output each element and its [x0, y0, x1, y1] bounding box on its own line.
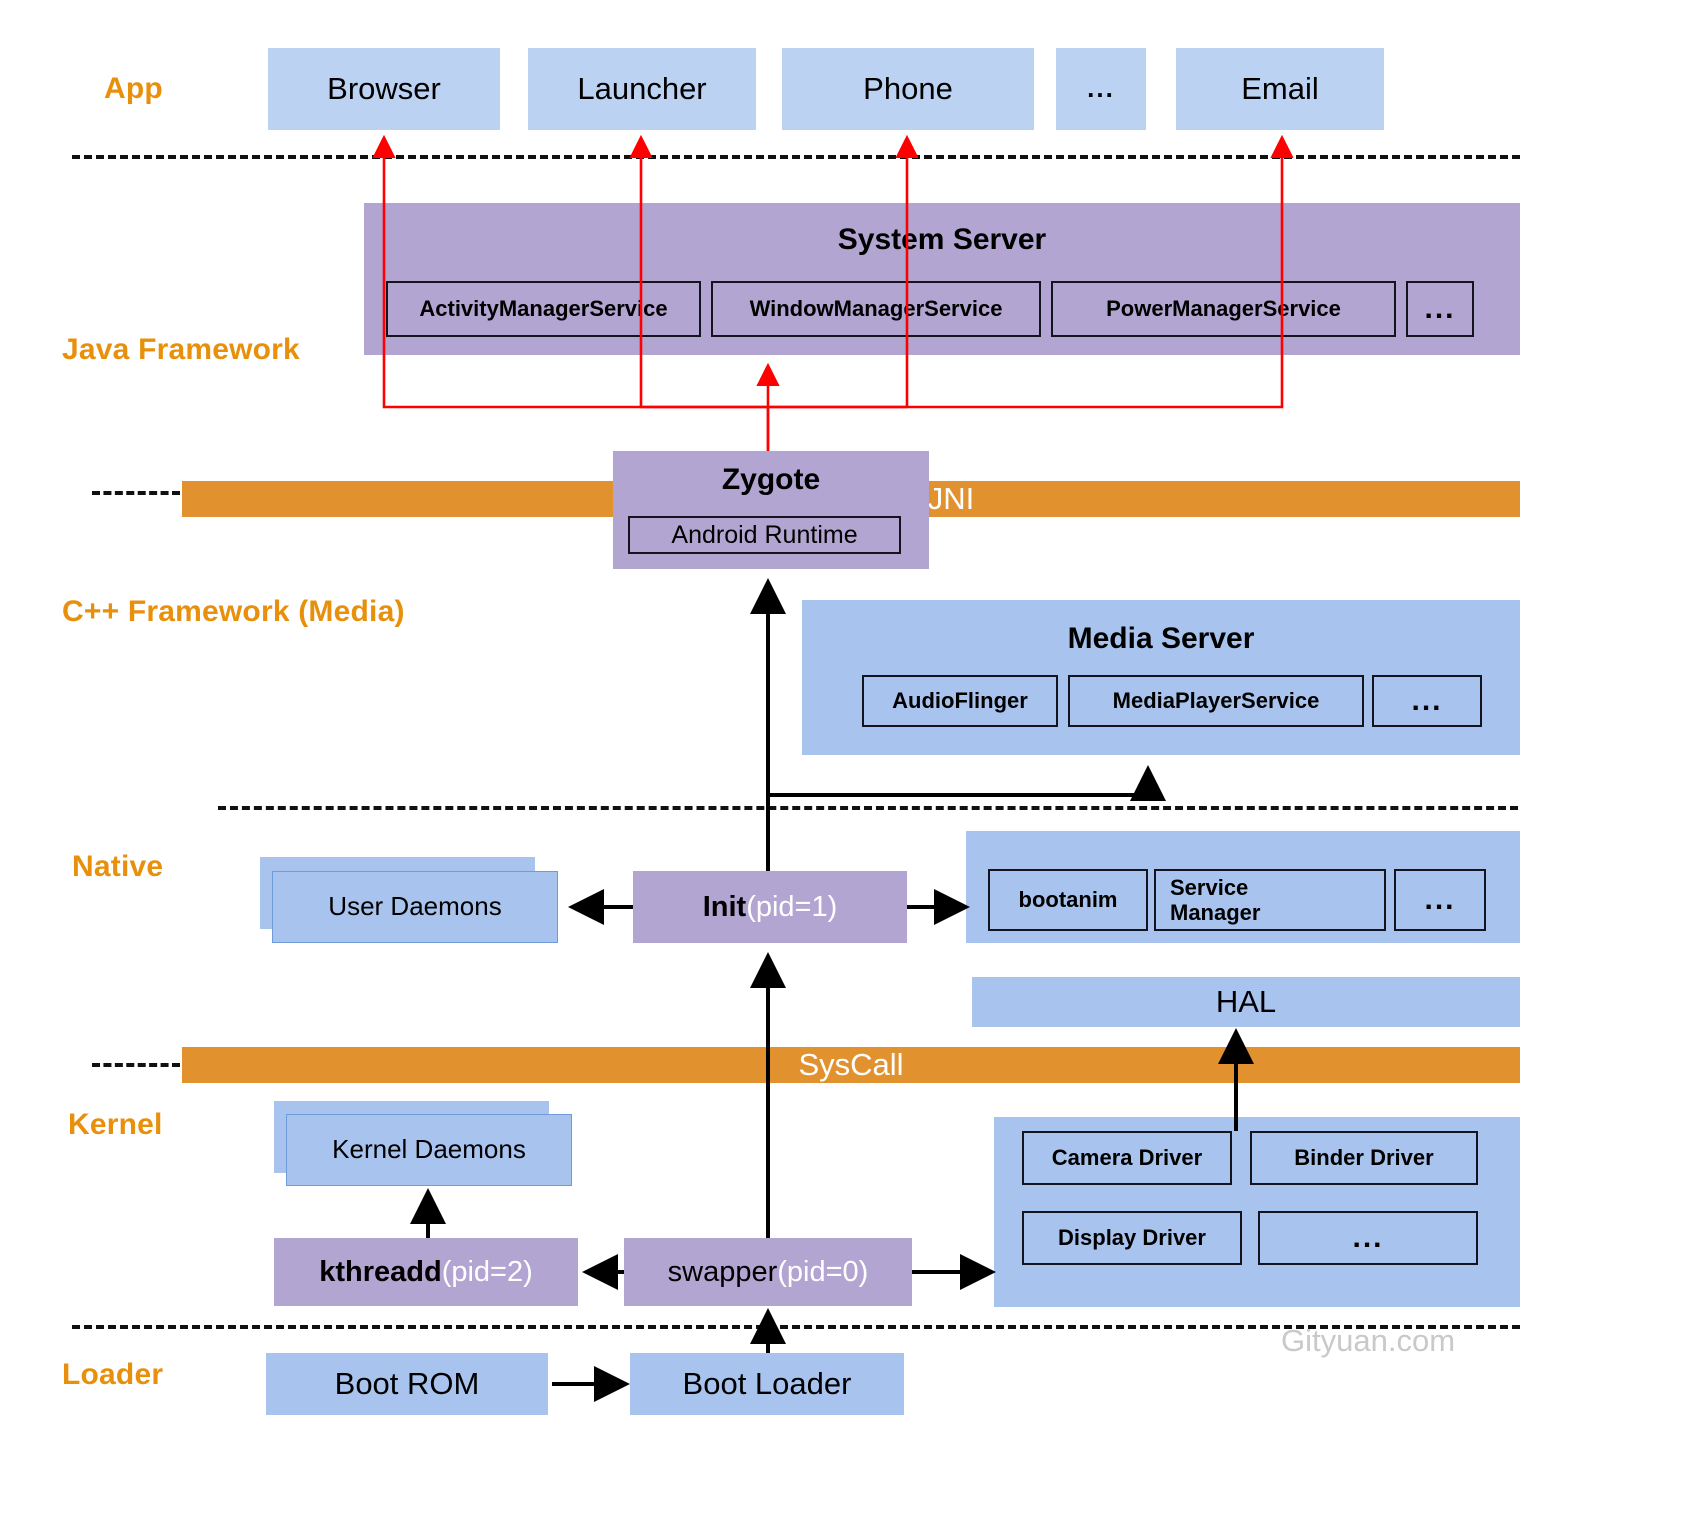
- arrow-init-to-mediaserver: [768, 765, 1166, 801]
- layer-label-native: Native: [72, 850, 164, 883]
- service-label: ActivityManagerService: [419, 296, 668, 322]
- divider-jni-left-stub: [92, 491, 180, 495]
- driver-label: Display Driver: [1058, 1225, 1206, 1251]
- kernel-daemons-label: Kernel Daemons: [332, 1134, 526, 1165]
- driver-label: ...: [1352, 1220, 1384, 1254]
- app-box-browser[interactable]: Browser: [268, 48, 500, 130]
- service-label: MediaPlayerService: [1112, 688, 1320, 714]
- init-name: Init: [702, 890, 747, 923]
- service-label: ...: [1424, 291, 1456, 325]
- boot-rom-box[interactable]: Boot ROM: [266, 1353, 548, 1415]
- watermark: Gityuan.com: [1281, 1323, 1456, 1358]
- service-label: AudioFlinger: [892, 688, 1028, 714]
- jni-bar-label: JNI: [927, 481, 975, 516]
- media-service-audioflinger[interactable]: AudioFlinger: [862, 675, 1058, 727]
- kthreadd-label: kthreadd(pid=2): [319, 1256, 533, 1288]
- driver-binder[interactable]: Binder Driver: [1250, 1131, 1478, 1185]
- layer-label-cpp-framework: C++ Framework (Media): [62, 595, 405, 628]
- hal-box[interactable]: HAL: [972, 977, 1520, 1027]
- service-label: ...: [1424, 882, 1456, 916]
- swapper-pid: (pid=0): [777, 1255, 869, 1288]
- app-label-phone: Phone: [863, 70, 953, 106]
- swapper-name: swapper: [667, 1255, 778, 1288]
- service-window-manager[interactable]: WindowManagerService: [711, 281, 1041, 337]
- service-more[interactable]: ...: [1406, 281, 1474, 337]
- syscall-bar-label: SysCall: [798, 1047, 904, 1082]
- boot-loader-label: Boot Loader: [682, 1365, 852, 1401]
- driver-label: Binder Driver: [1294, 1145, 1434, 1171]
- app-label-more: ...: [1087, 73, 1115, 104]
- app-box-email[interactable]: Email: [1176, 48, 1384, 130]
- layer-label-java-framework: Java Framework: [62, 333, 300, 366]
- android-architecture-diagram: App Java Framework C++ Framework (Media)…: [0, 0, 1690, 1537]
- service-label: Service Manager: [1170, 874, 1261, 925]
- service-label: PowerManagerService: [1106, 296, 1341, 322]
- layer-label-loader: Loader: [62, 1358, 164, 1391]
- divider-syscall-left-stub: [92, 1063, 180, 1067]
- kthreadd-name: kthreadd: [319, 1255, 442, 1288]
- driver-more[interactable]: ...: [1258, 1211, 1478, 1265]
- service-activity-manager[interactable]: ActivityManagerService: [386, 281, 701, 337]
- zygote-title: Zygote: [721, 463, 821, 496]
- driver-camera[interactable]: Camera Driver: [1022, 1131, 1232, 1185]
- init-pid: (pid=1): [746, 890, 838, 923]
- media-service-mediaplayer[interactable]: MediaPlayerService: [1068, 675, 1364, 727]
- android-runtime-box[interactable]: Android Runtime: [628, 516, 901, 554]
- driver-label: Camera Driver: [1051, 1145, 1203, 1171]
- app-label-email: Email: [1241, 70, 1319, 106]
- kthreadd-process-box[interactable]: kthreadd(pid=2): [274, 1238, 578, 1306]
- swapper-process-box[interactable]: swapper(pid=0): [624, 1238, 912, 1306]
- native-service-service-manager[interactable]: Service Manager: [1154, 869, 1386, 931]
- divider-media-native: [218, 806, 1518, 810]
- kernel-daemons-box[interactable]: Kernel Daemons: [286, 1114, 572, 1186]
- user-daemons-box[interactable]: User Daemons: [272, 871, 558, 943]
- boot-loader-box[interactable]: Boot Loader: [630, 1353, 904, 1415]
- system-server-title: System Server: [837, 223, 1047, 256]
- android-runtime-label: Android Runtime: [671, 520, 858, 549]
- service-power-manager[interactable]: PowerManagerService: [1051, 281, 1396, 337]
- media-service-more[interactable]: ...: [1372, 675, 1482, 727]
- init-label: Init(pid=1): [703, 891, 838, 923]
- service-label: WindowManagerService: [749, 296, 1003, 322]
- service-label: bootanim: [1018, 887, 1118, 913]
- boot-rom-label: Boot ROM: [334, 1365, 480, 1401]
- user-daemons-label: User Daemons: [328, 891, 502, 922]
- syscall-bar: SysCall: [182, 1047, 1520, 1083]
- hal-label: HAL: [1215, 983, 1277, 1019]
- app-box-launcher[interactable]: Launcher: [528, 48, 756, 130]
- app-box-phone[interactable]: Phone: [782, 48, 1034, 130]
- swapper-label: swapper(pid=0): [668, 1256, 869, 1288]
- native-service-bootanim[interactable]: bootanim: [988, 869, 1148, 931]
- layer-label-kernel: Kernel: [68, 1108, 163, 1141]
- app-box-more[interactable]: ...: [1056, 48, 1146, 130]
- init-process-box[interactable]: Init(pid=1): [633, 871, 907, 943]
- app-label-launcher: Launcher: [577, 70, 707, 106]
- native-service-more[interactable]: ...: [1394, 869, 1486, 931]
- divider-app-framework: [72, 155, 1520, 159]
- media-server-title: Media Server: [1067, 622, 1255, 655]
- layer-label-app: App: [104, 72, 163, 105]
- service-label: ...: [1411, 683, 1443, 717]
- kthreadd-pid: (pid=2): [441, 1255, 533, 1288]
- app-label-browser: Browser: [327, 70, 441, 106]
- driver-display[interactable]: Display Driver: [1022, 1211, 1242, 1265]
